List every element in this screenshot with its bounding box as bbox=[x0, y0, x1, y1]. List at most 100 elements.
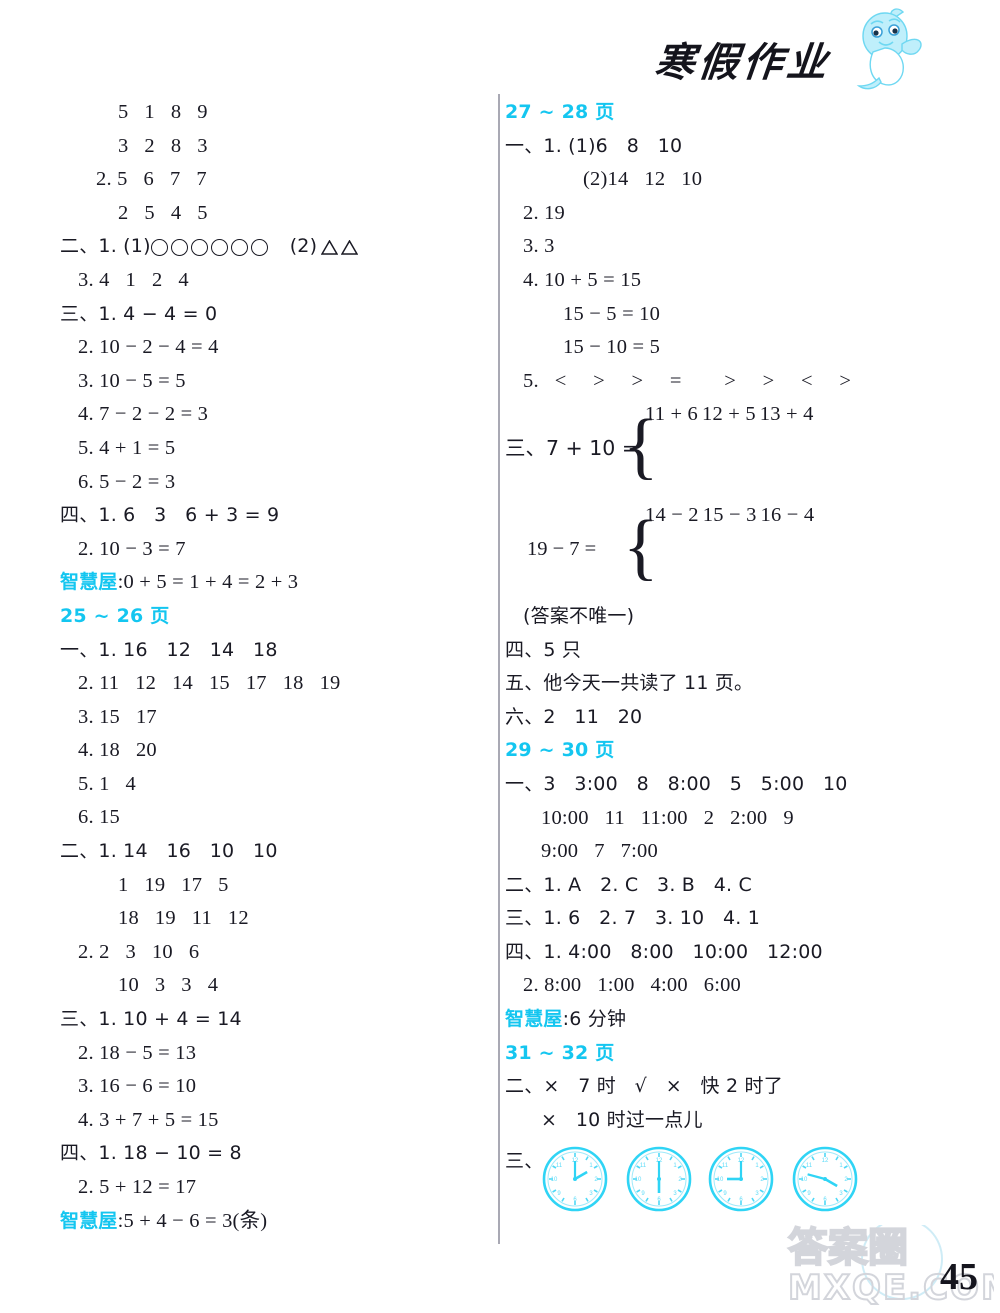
wisdom-house-line: 智慧屋:6 分钟 bbox=[505, 1003, 935, 1037]
answer-line: 4. 18 20 bbox=[78, 739, 157, 762]
answer-line: 2. 10 − 3 = 7 bbox=[78, 537, 186, 560]
wisdom-house-line: 智慧屋:0 + 5 = 1 + 4 = 2 + 3 bbox=[60, 566, 480, 600]
clock-4-icon: 1212 369 1011 bbox=[792, 1147, 858, 1212]
answer-line: 4. 3 + 7 + 5 = 15 bbox=[78, 1108, 219, 1131]
page-number: 45 bbox=[940, 1256, 978, 1298]
triangle-group bbox=[317, 240, 359, 255]
answer-line: 2. 10 − 2 − 4 = 4 bbox=[78, 336, 219, 359]
svg-text:10: 10 bbox=[717, 1177, 724, 1183]
page-range-heading-31: 31 ~ 32 页 bbox=[505, 1041, 615, 1064]
answer-line: 二、× 7 时 √ × 快 2 时了 bbox=[505, 1075, 783, 1098]
page-header: 寒假作业 bbox=[0, 0, 1000, 96]
answer-line: 3. 10 − 5 = 5 bbox=[78, 369, 186, 392]
answer-line: 一、1. 16 12 14 18 bbox=[60, 638, 278, 661]
answer-line: 3. 4 1 2 4 bbox=[78, 268, 189, 291]
answer-line: 18 19 11 12 bbox=[118, 907, 249, 930]
brace-items: 11 + 6 12 + 5 13 + 4 bbox=[645, 398, 814, 432]
brace-items: 14 − 2 15 − 3 16 − 4 bbox=[645, 499, 814, 533]
answer-line: 2. 11 12 14 15 17 18 19 bbox=[78, 672, 341, 695]
brace-item: 13 + 4 bbox=[759, 403, 814, 426]
brace-item: 15 − 3 bbox=[702, 504, 757, 527]
answer-line: 四、1. 6 3 6 + 3 = 9 bbox=[60, 504, 280, 527]
answer-line: 10 3 3 4 bbox=[118, 974, 219, 997]
answer-line: 二、1. 14 16 10 10 bbox=[60, 840, 278, 863]
answer-line: 1 19 17 5 bbox=[118, 873, 229, 896]
svg-text:12: 12 bbox=[822, 1158, 829, 1164]
wisdom-house-line: 智慧屋:5 + 4 − 6 = 3(条) bbox=[60, 1205, 480, 1239]
answer-line: 四、5 只 bbox=[505, 638, 582, 661]
answer-line: 2. 5 6 7 7 bbox=[96, 168, 207, 191]
wisdom-house-label: 智慧屋 bbox=[60, 1209, 118, 1232]
clock-row-label: 三、 bbox=[505, 1150, 544, 1173]
svg-text:11: 11 bbox=[640, 1163, 647, 1169]
clock-answer-row: 三、 1212 369 1011 bbox=[505, 1137, 935, 1227]
circle-icon bbox=[170, 239, 188, 257]
wisdom-house-label: 智慧屋 bbox=[505, 1008, 563, 1031]
wisdom-house-value: :6 分钟 bbox=[562, 1008, 627, 1031]
answer-line: (2)14 12 10 bbox=[583, 168, 703, 191]
wisdom-house-value: :0 + 5 = 1 + 4 = 2 + 3 bbox=[117, 571, 299, 594]
answer-line: 3 2 8 3 bbox=[118, 134, 208, 157]
circle-icon bbox=[150, 239, 168, 257]
circle-icon bbox=[250, 239, 268, 257]
circle-icon bbox=[210, 239, 228, 257]
answer-line-prefix: 二、1. (1) bbox=[60, 235, 151, 258]
wisdom-house-label: 智慧屋 bbox=[60, 571, 118, 594]
answer-line: 3. 16 − 6 = 10 bbox=[78, 1075, 197, 1098]
svg-text:11: 11 bbox=[556, 1163, 563, 1169]
answer-line: 3. 3 bbox=[523, 235, 555, 258]
answer-line: 5. 1 4 bbox=[78, 772, 136, 795]
answer-line-shapes: 二、1. (1) (2) bbox=[60, 230, 480, 264]
answer-line: 5. 4 + 1 = 5 bbox=[78, 436, 176, 459]
answer-line: 一、1. (1)6 8 10 bbox=[505, 134, 683, 157]
answer-line: 3. 15 17 bbox=[78, 705, 157, 728]
answer-line: 2. 5 + 12 = 17 bbox=[78, 1176, 197, 1198]
brace-group-subtraction: 19 − 7 = { 14 − 2 15 − 3 16 − 4 bbox=[505, 499, 935, 600]
page-range-heading-27: 27 ~ 28 页 bbox=[505, 101, 615, 123]
answer-line-comparisons: 5. < > > = > > < > bbox=[523, 369, 852, 392]
answer-line: 2. 19 bbox=[523, 201, 565, 224]
page-range-heading-29: 29 ~ 30 页 bbox=[505, 739, 615, 762]
clock-1-icon: 1212 369 1011 bbox=[542, 1147, 608, 1212]
answer-line: 一、3 3:00 8 8:00 5 5:00 10 bbox=[505, 772, 848, 795]
circle-icon bbox=[190, 239, 208, 257]
answer-line: 9:00 7 7:00 bbox=[541, 840, 658, 863]
svg-text:10: 10 bbox=[635, 1177, 642, 1183]
answer-line: 三、1. 10 + 4 = 14 bbox=[60, 1008, 242, 1031]
answer-line: 二、1. A 2. C 3. B 4. C bbox=[505, 873, 752, 896]
dolphin-mascot-icon bbox=[856, 8, 922, 90]
answer-line: 5 1 8 9 bbox=[118, 101, 208, 123]
brace-item: 16 − 4 bbox=[760, 504, 815, 527]
right-column: 27 ~ 28 页 一、1. (1)6 8 10 (2)14 12 10 2. … bbox=[505, 96, 935, 1227]
clock-2-icon: 1212 369 1011 bbox=[626, 1147, 692, 1212]
answer-note: (答案不唯一) bbox=[523, 604, 635, 627]
brace-item: 14 − 2 bbox=[645, 504, 699, 527]
wisdom-house-value: :5 + 4 − 6 = 3(条) bbox=[117, 1209, 268, 1232]
brace-item: 11 + 6 bbox=[645, 403, 699, 426]
answer-line: 15 − 5 = 10 bbox=[563, 302, 661, 325]
brace-item: 12 + 5 bbox=[702, 403, 756, 426]
answer-line: 2 5 4 5 bbox=[118, 201, 208, 224]
answer-line: 4. 7 − 2 − 2 = 3 bbox=[78, 403, 209, 426]
answer-line: 2. 2 3 10 6 bbox=[78, 940, 200, 963]
watermark-cn: 答案圈 bbox=[788, 1225, 908, 1271]
brace-lead: 三、7 + 10 = bbox=[505, 435, 640, 460]
page-title: 寒假作业 bbox=[652, 40, 833, 85]
brace-group-addition: 三、7 + 10 = { 11 + 6 12 + 5 13 + 4 bbox=[505, 398, 935, 499]
svg-text:10: 10 bbox=[801, 1177, 808, 1183]
column-divider bbox=[498, 94, 500, 1244]
brace-lead: 19 − 7 = bbox=[527, 537, 597, 560]
answer-line: 15 − 10 = 5 bbox=[563, 336, 661, 359]
svg-text:11: 11 bbox=[722, 1163, 729, 1169]
answer-line: 6. 15 bbox=[78, 806, 120, 829]
page-range-heading-25: 25 ~ 26 页 bbox=[60, 604, 170, 627]
circle-icon bbox=[230, 239, 248, 257]
answer-line: 2. 18 − 5 = 13 bbox=[78, 1041, 197, 1064]
circle-group bbox=[150, 239, 268, 257]
answer-line: × 10 时过一点儿 bbox=[541, 1108, 703, 1131]
answer-line: 六、2 11 20 bbox=[505, 705, 643, 728]
answer-line: 三、1. 6 2. 7 3. 10 4. 1 bbox=[505, 907, 761, 930]
svg-text:10: 10 bbox=[551, 1177, 558, 1183]
answer-line: 三、1. 4 − 4 = 0 bbox=[60, 302, 218, 325]
triangle-icon bbox=[341, 240, 359, 255]
